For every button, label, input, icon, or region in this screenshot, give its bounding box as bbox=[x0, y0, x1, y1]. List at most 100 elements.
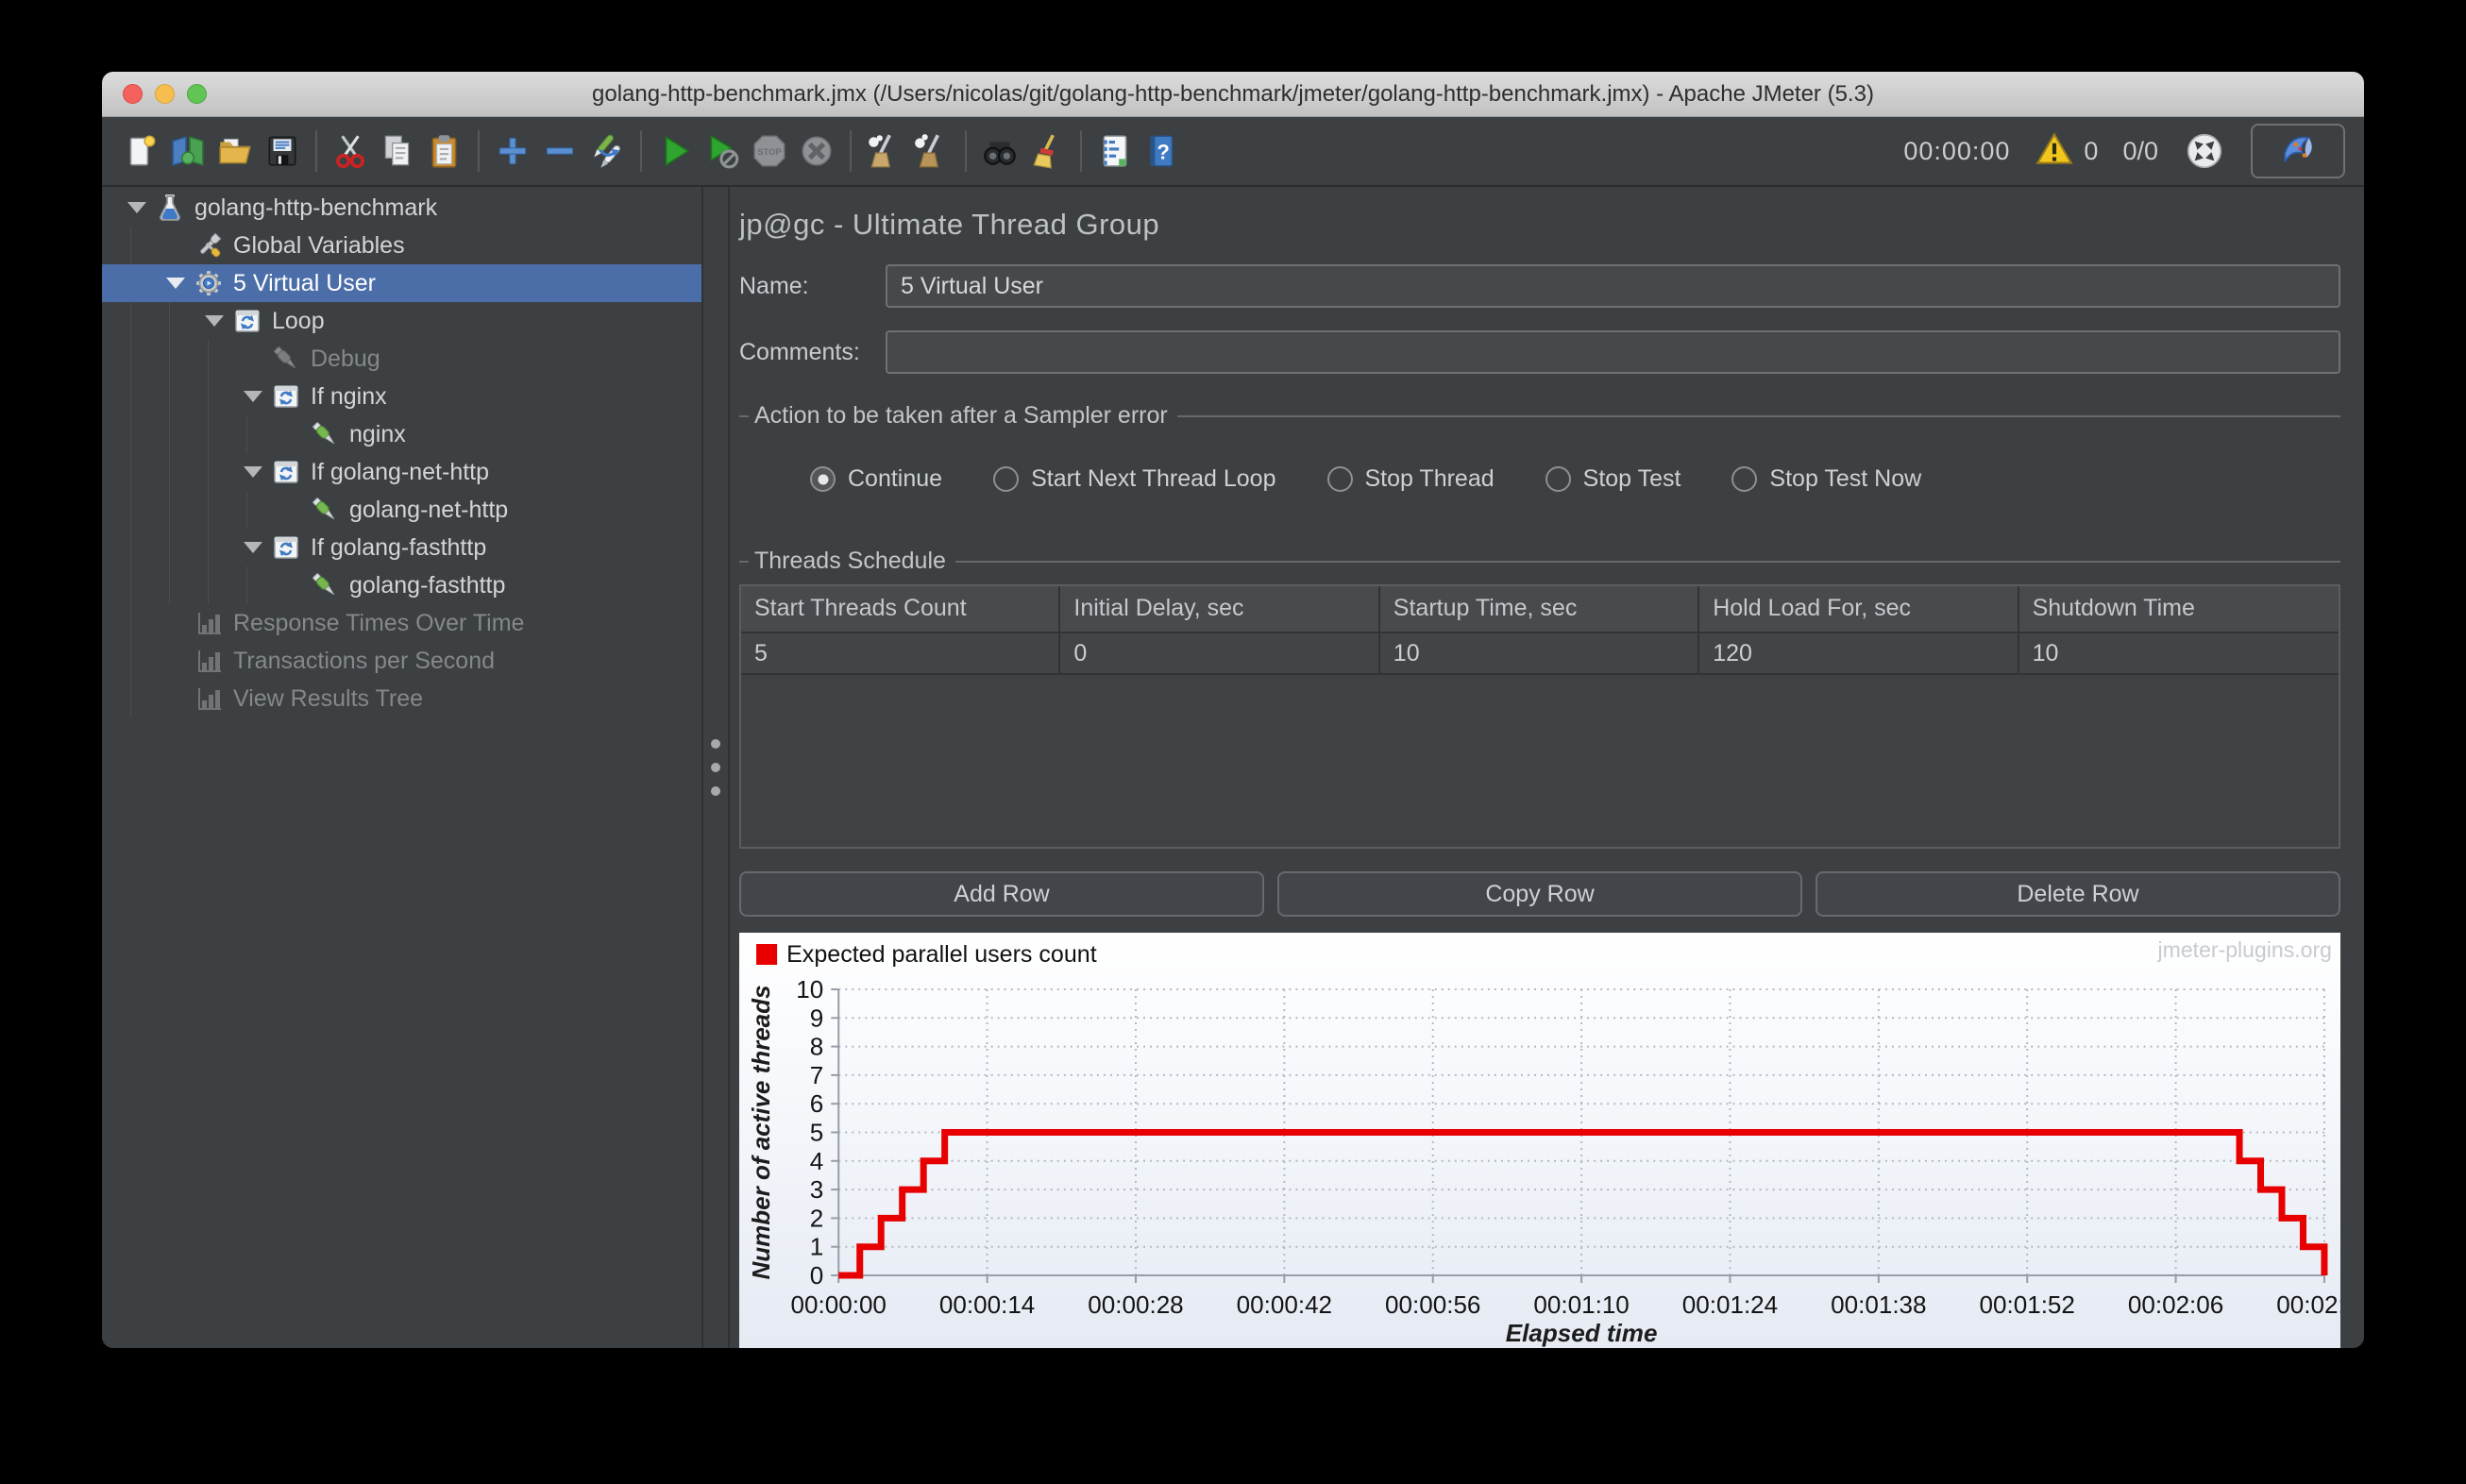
copy-row-button[interactable]: Copy Row bbox=[1277, 871, 1802, 917]
radio-circle bbox=[993, 466, 1020, 492]
help-icon[interactable]: ? bbox=[1139, 127, 1186, 175]
tree-expander-icon[interactable] bbox=[197, 315, 231, 327]
active-threads-count: 0/0 bbox=[2122, 136, 2158, 165]
tree-item-label: golang-fasthttp bbox=[349, 571, 506, 599]
desktop-background: golang-http-benchmark.jmx (/Users/nicola… bbox=[0, 0, 2466, 1484]
schedule-cell[interactable]: 0 bbox=[1060, 633, 1380, 673]
clean-icon[interactable] bbox=[861, 127, 908, 175]
tree-item-if-nginx[interactable]: If nginx bbox=[102, 378, 701, 415]
remote-hosts-icon[interactable] bbox=[2183, 129, 2226, 173]
splitter-grip-dot bbox=[711, 763, 720, 772]
schedule-table-row[interactable]: 5 0 10 120 10 bbox=[741, 632, 2339, 675]
tree-item-golang-net-http[interactable]: golang-net-http bbox=[102, 491, 701, 529]
tree-item-if-golang-net-http[interactable]: If golang-net-http bbox=[102, 453, 701, 491]
add-icon[interactable] bbox=[489, 127, 536, 175]
maximize-button[interactable] bbox=[187, 84, 207, 104]
tree-expander-icon[interactable] bbox=[159, 278, 193, 289]
tree-item-label: nginx bbox=[349, 420, 406, 447]
radio-circle bbox=[810, 466, 836, 492]
delete-row-button[interactable]: Delete Row bbox=[1816, 871, 2340, 917]
tree-item-global-variables[interactable]: Global Variables bbox=[102, 227, 701, 264]
add-row-button[interactable]: Add Row bbox=[739, 871, 1264, 917]
tree-expander-icon[interactable] bbox=[120, 202, 154, 213]
tree-item-label: 5 Virtual User bbox=[233, 269, 376, 296]
remove-icon[interactable] bbox=[536, 127, 583, 175]
radio-stop-thread[interactable]: Stop Thread bbox=[1326, 465, 1495, 493]
tree-item-nginx[interactable]: nginx bbox=[102, 415, 701, 453]
radio-continue[interactable]: Continue bbox=[810, 465, 942, 493]
search-icon[interactable] bbox=[976, 127, 1023, 175]
tree-item-label: Response Times Over Time bbox=[233, 609, 525, 636]
clean-all-icon[interactable] bbox=[908, 127, 955, 175]
start-icon[interactable] bbox=[651, 127, 699, 175]
tree-item-label: Loop bbox=[272, 307, 325, 334]
toolbar-icon-group: STOP? bbox=[117, 127, 1186, 175]
jmeter-window: golang-http-benchmark.jmx (/Users/nicola… bbox=[102, 72, 2364, 1348]
comments-input[interactable] bbox=[886, 330, 2340, 374]
tree-guide-line bbox=[169, 566, 170, 604]
plugins-manager-button[interactable] bbox=[2251, 124, 2345, 178]
tree-item-debug[interactable]: Debug bbox=[102, 340, 701, 378]
tree-splitter[interactable] bbox=[701, 187, 730, 1348]
paste-icon[interactable] bbox=[421, 127, 468, 175]
threads-schedule-table[interactable]: Start Threads Count Initial Delay, sec Sta… bbox=[739, 584, 2340, 849]
radio-stop-test-now[interactable]: Stop Test Now bbox=[1731, 465, 1921, 493]
cut-icon[interactable] bbox=[327, 127, 374, 175]
tree-guide-line bbox=[169, 453, 170, 491]
tree-item-golang-http-benchmark[interactable]: golang-http-benchmark bbox=[102, 189, 701, 227]
start-no-timers-icon[interactable] bbox=[699, 127, 746, 175]
schedule-cell[interactable]: 10 bbox=[1380, 633, 1700, 673]
svg-text:10: 10 bbox=[796, 975, 823, 1003]
tree-expander-icon[interactable] bbox=[236, 466, 270, 478]
log-errors-indicator[interactable]: 0 bbox=[2035, 129, 2098, 174]
tree-item-loop[interactable]: Loop bbox=[102, 302, 701, 340]
copy-icon[interactable] bbox=[374, 127, 421, 175]
save-icon[interactable] bbox=[259, 127, 306, 175]
schedule-cell[interactable]: 10 bbox=[2019, 633, 2339, 673]
tree-guide-line bbox=[246, 566, 247, 604]
tree-guide-line bbox=[130, 491, 131, 529]
tree-guide-line bbox=[208, 529, 209, 566]
schedule-cell[interactable]: 5 bbox=[741, 633, 1061, 673]
svg-text:00:02:20: 00:02:20 bbox=[2276, 1290, 2340, 1319]
toggle-icon[interactable] bbox=[583, 127, 631, 175]
listener-icon bbox=[193, 607, 225, 639]
tree-item-response-times-over-time[interactable]: Response Times Over Time bbox=[102, 604, 701, 642]
name-label: Name: bbox=[739, 272, 809, 299]
column-header-initial-delay-sec: Initial Delay, sec bbox=[1060, 586, 1380, 632]
threads-preview-chart: 0 1 2 3 4 5 6 7 8 9 10 00:00:00 00:00:14 00:00:28 00:0… bbox=[739, 933, 2340, 1348]
tree-item-view-results-tree[interactable]: View Results Tree bbox=[102, 680, 701, 717]
new-file-icon[interactable] bbox=[117, 127, 164, 175]
open-icon[interactable] bbox=[211, 127, 259, 175]
tree-item-if-golang-fasthttp[interactable]: If golang-fasthttp bbox=[102, 529, 701, 566]
close-button[interactable] bbox=[123, 84, 143, 104]
search-clear-icon[interactable] bbox=[1023, 127, 1071, 175]
column-header-hold-load-for-sec: Hold Load For, sec bbox=[1699, 586, 2019, 632]
tree-item-label: If golang-fasthttp bbox=[311, 533, 487, 561]
threads-schedule-legend-text: Threads Schedule bbox=[754, 548, 946, 574]
svg-text:00:01:24: 00:01:24 bbox=[1682, 1290, 1778, 1319]
svg-text:7: 7 bbox=[810, 1061, 823, 1089]
radio-stop-test[interactable]: Stop Test bbox=[1545, 465, 1681, 493]
minimize-button[interactable] bbox=[155, 84, 175, 104]
tree-item-transactions-per-second[interactable]: Transactions per Second bbox=[102, 642, 701, 680]
svg-text:?: ? bbox=[1157, 140, 1169, 163]
tree-item-golang-fasthttp[interactable]: golang-fasthttp bbox=[102, 566, 701, 604]
name-input[interactable] bbox=[886, 264, 2340, 308]
toolbar-separator bbox=[478, 130, 480, 172]
templates-icon[interactable] bbox=[164, 127, 211, 175]
tree-guide-line bbox=[208, 491, 209, 529]
tree-guide-line bbox=[246, 491, 247, 529]
schedule-cell[interactable]: 120 bbox=[1699, 633, 2019, 673]
tree-expander-icon[interactable] bbox=[236, 542, 270, 553]
warning-count: 0 bbox=[2084, 136, 2099, 165]
toolbar-separator bbox=[640, 130, 642, 172]
radio-circle bbox=[1326, 466, 1353, 492]
tree-expander-icon[interactable] bbox=[236, 391, 270, 402]
function-helper-icon[interactable] bbox=[1091, 127, 1139, 175]
controller-icon bbox=[270, 456, 302, 488]
main-panel: jp@gc - Ultimate Thread Group Name: Comm… bbox=[730, 187, 2364, 1348]
tree-guide-line bbox=[130, 604, 131, 642]
tree-item-5-virtual-user[interactable]: 5 Virtual User bbox=[102, 264, 701, 302]
radio-start-next-thread-loop[interactable]: Start Next Thread Loop bbox=[993, 465, 1276, 493]
